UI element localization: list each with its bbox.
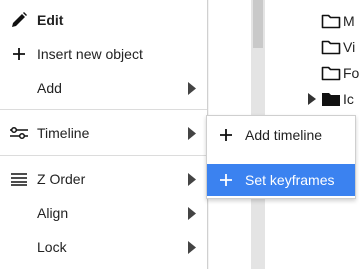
chevron-right-icon (177, 81, 207, 95)
submenu-item-add-timeline[interactable]: Add timeline (207, 119, 355, 151)
menu-item-label: Align (37, 205, 69, 221)
scrollbar-thumb[interactable] (253, 0, 263, 48)
pencil-icon (0, 11, 37, 29)
context-menu: Edit Insert new object Add Timeline Z Or… (0, 0, 208, 269)
tree-folder-item[interactable]: Vi (303, 34, 355, 60)
menu-item-label: Timeline (37, 125, 90, 141)
menu-item-label: Lock (37, 239, 67, 255)
plus-icon (207, 173, 245, 187)
folder-outline-icon (321, 13, 343, 29)
plus-icon (0, 47, 37, 61)
expand-arrow-icon[interactable] (303, 93, 321, 105)
tree-folder-item[interactable]: Ic (303, 86, 354, 112)
folder-outline-icon (321, 39, 343, 55)
menu-item-insert-new-object[interactable]: Insert new object (0, 37, 207, 71)
chevron-right-icon (177, 206, 207, 220)
plus-icon (207, 128, 245, 142)
menu-item-lock[interactable]: Lock (0, 230, 207, 264)
chevron-right-icon (177, 126, 207, 140)
submenu-item-label: Set keyframes (245, 172, 335, 188)
menu-divider (0, 109, 207, 110)
menu-item-label: Edit (37, 12, 64, 28)
menu-item-edit[interactable]: Edit (0, 3, 207, 37)
tree-folder-label: Fo (343, 65, 359, 81)
folder-outline-icon (321, 65, 343, 81)
menu-item-align[interactable]: Align (0, 196, 207, 230)
tree-folder-item[interactable]: Fo (303, 60, 359, 86)
menu-divider (0, 155, 207, 156)
submenu-item-label: Add timeline (245, 127, 323, 143)
lines-icon (0, 172, 37, 186)
menu-item-label: Insert new object (37, 46, 143, 62)
tree-folder-label: M (343, 13, 355, 29)
menu-item-label: Add (37, 80, 62, 96)
menu-item-add[interactable]: Add (0, 71, 207, 105)
menu-item-timeline[interactable]: Timeline (0, 116, 207, 150)
tree-folder-item[interactable]: M (303, 8, 355, 34)
tree-folder-label: Vi (343, 39, 356, 55)
tree-folder-label: Ic (343, 91, 354, 107)
timeline-icon (0, 125, 37, 141)
chevron-right-icon (177, 240, 207, 254)
timeline-submenu: Add timeline Set keyframes (206, 115, 356, 199)
menu-item-z-order[interactable]: Z Order (0, 162, 207, 196)
chevron-right-icon (177, 172, 207, 186)
folder-filled-icon (321, 91, 343, 107)
menu-item-label: Z Order (37, 171, 86, 187)
submenu-item-set-keyframes[interactable]: Set keyframes (207, 164, 355, 196)
